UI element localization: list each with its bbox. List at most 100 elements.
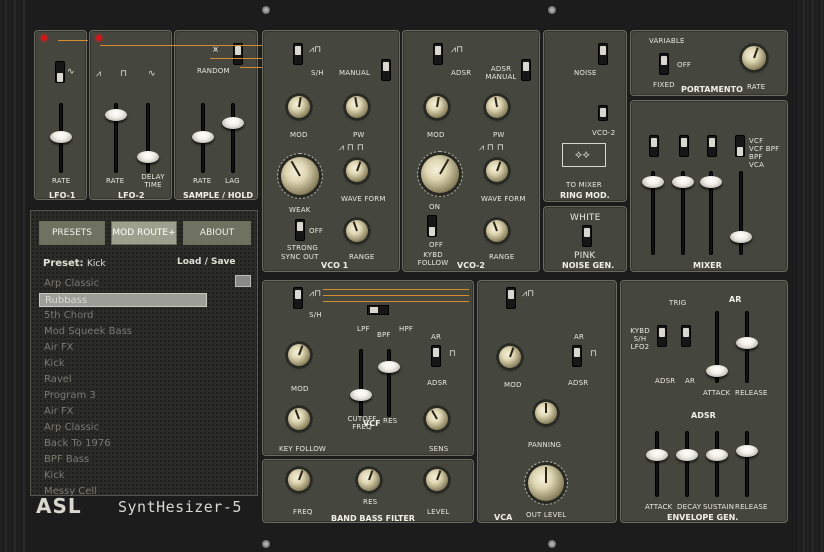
preset-list-item[interactable]: Kick [39,469,207,483]
preset-list-item[interactable]: Program 3 [39,389,207,403]
mixer-sw-3[interactable] [707,135,717,157]
adsr-decay-slot [685,431,689,497]
vco2-pw-switch[interactable] [521,59,531,81]
vcf-cutoff-slider[interactable] [350,389,372,401]
vca-mod-knob[interactable] [499,346,521,368]
vca-panning-knob[interactable] [535,402,557,424]
preset-list-item[interactable]: Arp Classic [39,421,207,435]
preset-list-item[interactable]: Ravel [39,373,207,387]
vcf-mod-label: MOD [291,385,309,393]
ring-vco2-switch[interactable] [598,105,608,121]
vca-env-switch[interactable] [572,345,582,367]
mixer-sw-4[interactable] [735,135,745,157]
sh-title: SAMPLE / HOLD [183,191,254,200]
vca-outlevel-knob[interactable] [528,465,564,501]
env-trig-switch[interactable] [657,325,667,347]
preset-list-item[interactable]: 5th Chord [39,309,207,323]
vco1-pw-knob[interactable] [346,96,368,118]
saw-wave-icon: ⩘ [96,69,102,79]
preset-list-item[interactable]: Back To 1976 [39,437,207,451]
lfo1-rate-label: RATE [52,177,71,185]
ring-source-switch[interactable] [598,43,608,65]
vcf-mod-knob[interactable] [288,344,310,366]
vco2-mod-knob[interactable] [426,96,448,118]
ring-tomixer-label: TO MIXER [566,181,602,189]
noise-color-switch[interactable] [582,225,592,247]
vca-mod-switch[interactable] [506,287,516,309]
portamento-panel: VARIABLE OFF FIXED PORTAMENTO RATE [630,30,788,96]
vco1-mod-knob[interactable] [288,96,310,118]
vco2-pw-knob[interactable] [486,96,508,118]
bpf-res-knob[interactable] [358,469,380,491]
vco1-tune-knob[interactable] [281,157,319,195]
vcf-mode-switch-handle [370,307,378,313]
lfo2-led [96,35,102,41]
bpf-level-knob[interactable] [426,469,448,491]
lfo1-rate-slider[interactable] [50,131,72,143]
vco2-waveform-knob[interactable] [486,160,508,182]
tab-presets[interactable]: PRESETS [39,221,105,245]
vco1-title: VCO 1 [321,261,349,270]
mixer-fader-2[interactable] [672,176,694,188]
ring-mod-diagram: ⟡⟡ [562,143,606,167]
ring-title: RING MOD. [560,191,610,200]
preset-list-item[interactable]: Rubbass [39,293,207,307]
vco1-waveform-knob[interactable] [346,160,368,182]
mixer-fader-3[interactable] [700,176,722,188]
sh-lag-slider[interactable] [222,117,244,129]
adsr-decay-slider[interactable] [676,449,698,461]
vco2-tune-knob[interactable] [421,155,459,193]
preset-list-item[interactable]: Kick [39,357,207,371]
bpf-freq-knob[interactable] [288,469,310,491]
synth-window: { "lfo1":{"title":"LFO-1","rate":"RATE"}… [0,0,824,552]
vca-outlevel-label: OUT LEVEL [526,511,567,519]
lfo2-rate-slider[interactable] [105,109,127,121]
right-side-panel [798,0,824,552]
adsr-decay-label: DECAY [677,503,702,511]
sh-rate-slider[interactable] [192,131,214,143]
vco2-range-knob[interactable] [486,220,508,242]
tab-about[interactable]: ABIOUT [183,221,251,245]
adsr-attack-slider[interactable] [646,449,668,461]
ar-release-slider[interactable] [736,337,758,349]
mixer-title: MIXER [693,261,722,270]
route-line [323,301,469,302]
mixer-fader-4[interactable] [730,231,752,243]
vco1-sync-switch[interactable] [295,219,305,241]
adsr-release-slider[interactable] [736,445,758,457]
mixer-fader-1[interactable] [642,176,664,188]
sh-source-switch[interactable] [233,43,243,65]
vco2-mod-switch[interactable] [433,43,443,65]
vco1-mod-switch[interactable] [293,43,303,65]
porta-mode-switch[interactable] [659,53,669,75]
ar-attack-slider[interactable] [706,365,728,377]
lfo2-delay-slider[interactable] [137,151,159,163]
tab-mod-route[interactable]: MOD ROUTE+ [111,221,177,245]
vcf-res-slider[interactable] [378,361,400,373]
vcf-mode-switch[interactable] [367,305,389,315]
load-save-button[interactable] [235,275,251,287]
mixer-sw-1[interactable] [649,135,659,157]
adsr-sustain-slider[interactable] [706,449,728,461]
vcf-sens-knob[interactable] [426,408,448,430]
vco1-pw-switch[interactable] [381,59,391,81]
preset-list-item[interactable]: Air FX [39,405,207,419]
lfo1-panel: ∿ RATE LFO-1 [34,30,87,200]
preset-list-item[interactable]: Arp Classic [39,277,207,291]
vco1-waveform-label: WAVE FORM [341,195,386,203]
vco1-range-knob[interactable] [346,220,368,242]
env-mode-switch[interactable] [681,325,691,347]
preset-list-item[interactable]: Air FX [39,341,207,355]
vcf-keyfollow-label: KEY FOLLOW [279,445,327,453]
vco2-kybd-switch[interactable] [427,215,437,237]
mixer-panel: VCF VCF BPF BPF VCA MIXER [630,100,788,272]
mixer-sw-2[interactable] [679,135,689,157]
lfo1-wave-switch[interactable] [55,61,65,83]
preset-list-item[interactable]: BPF Bass [39,453,207,467]
vco1-mod-label: MOD [290,131,308,139]
porta-rate-knob[interactable] [742,46,766,70]
vcf-keyfollow-knob[interactable] [288,408,310,430]
vcf-mod-switch[interactable] [293,287,303,309]
vcf-env-switch[interactable] [431,345,441,367]
preset-list-item[interactable]: Mod Squeek Bass [39,325,207,339]
